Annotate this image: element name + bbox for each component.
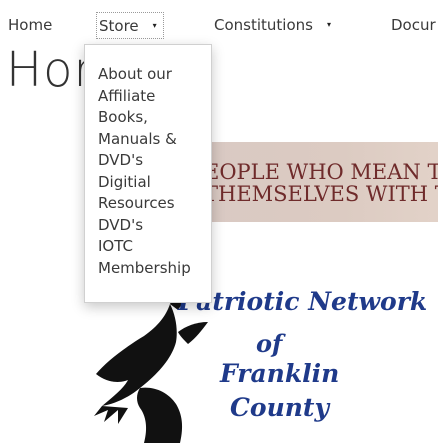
nav-home-link[interactable]: Home bbox=[8, 16, 52, 34]
nav-store-label: Store bbox=[99, 17, 139, 35]
logo-text-line-4: County bbox=[230, 393, 330, 422]
dropdown-item-books-manuals-dvds[interactable]: Books, bbox=[98, 107, 211, 129]
chevron-down-icon: ▾ bbox=[152, 21, 157, 30]
dropdown-item-books-manuals-dvds-cont[interactable]: Manuals & bbox=[98, 129, 211, 151]
store-dropdown-menu: About our Affiliate Books, Manuals & DVD… bbox=[84, 44, 212, 303]
nav-documents-menu[interactable]: Docur bbox=[391, 16, 436, 34]
nav-constitutions-label: Constitutions bbox=[214, 16, 313, 34]
banner-text-line-2: THEMSELVES WITH T bbox=[204, 182, 438, 206]
logo-text-line-1: Patriotic Network bbox=[177, 287, 427, 316]
banner-image: EOPLE WHO MEAN T THEMSELVES WITH T bbox=[200, 142, 438, 222]
dropdown-item-books-manuals-dvds-cont2[interactable]: DVD's bbox=[98, 150, 211, 172]
dropdown-item-iotc-membership-cont[interactable]: Membership bbox=[98, 258, 211, 280]
nav-constitutions-menu[interactable]: Constitutions ▾ bbox=[214, 16, 331, 34]
dropdown-item-iotc-membership[interactable]: IOTC bbox=[98, 236, 211, 258]
page-title: Hor bbox=[6, 42, 95, 98]
chevron-down-icon: ▾ bbox=[326, 20, 331, 29]
banner-text-line-1: EOPLE WHO MEAN T bbox=[204, 160, 438, 184]
dropdown-item-dvds[interactable]: DVD's bbox=[98, 215, 211, 237]
dropdown-item-digital-resources[interactable]: Digitial bbox=[98, 172, 211, 194]
logo-text-line-2: of bbox=[256, 329, 286, 358]
nav-store-menu[interactable]: Store ▾ bbox=[96, 12, 164, 39]
dropdown-item-digital-resources-cont[interactable]: Resources bbox=[98, 193, 211, 215]
dropdown-item-about-our-affiliate-cont[interactable]: Affiliate bbox=[98, 86, 211, 108]
logo-text-line-3: Franklin bbox=[219, 359, 339, 388]
dropdown-item-about-our-affiliate[interactable]: About our bbox=[98, 64, 211, 86]
